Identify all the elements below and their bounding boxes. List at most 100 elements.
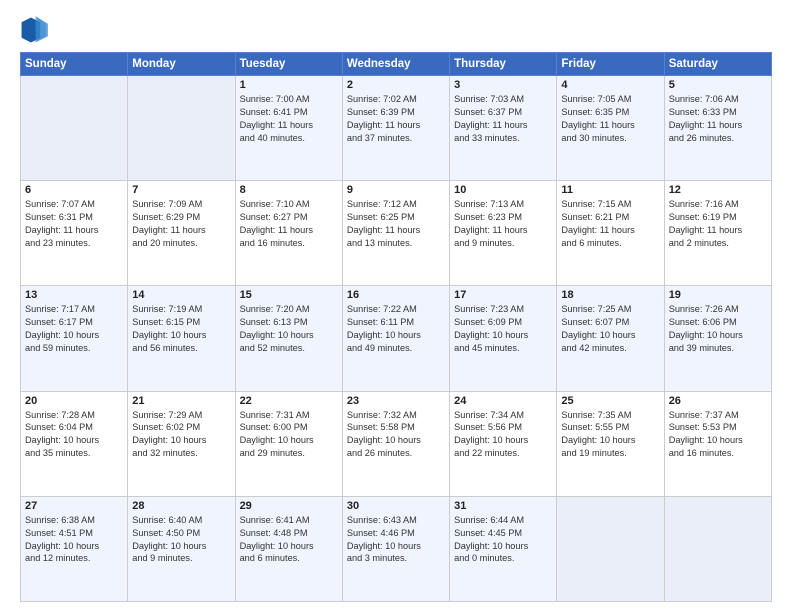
cell-info-line: Daylight: 10 hours [561, 434, 659, 447]
cell-info-line: Sunset: 5:55 PM [561, 421, 659, 434]
cell-info-line: Daylight: 11 hours [669, 224, 767, 237]
cell-info-line: and 26 minutes. [347, 447, 445, 460]
calendar-header-sunday: Sunday [21, 53, 128, 76]
cell-info-line: Sunrise: 7:37 AM [669, 409, 767, 422]
calendar-cell: 17Sunrise: 7:23 AMSunset: 6:09 PMDayligh… [450, 286, 557, 391]
calendar-cell: 31Sunrise: 6:44 AMSunset: 4:45 PMDayligh… [450, 496, 557, 601]
cell-info-line: Sunset: 4:51 PM [25, 527, 123, 540]
calendar-cell: 29Sunrise: 6:41 AMSunset: 4:48 PMDayligh… [235, 496, 342, 601]
cell-info-line: Sunrise: 7:20 AM [240, 303, 338, 316]
cell-info-line: Sunrise: 6:41 AM [240, 514, 338, 527]
cell-info-line: Daylight: 10 hours [132, 434, 230, 447]
cell-info-line: Sunset: 6:13 PM [240, 316, 338, 329]
day-number: 22 [240, 395, 338, 407]
cell-info-line: and 37 minutes. [347, 132, 445, 145]
cell-info-line: Daylight: 10 hours [132, 329, 230, 342]
cell-info-line: Daylight: 10 hours [347, 329, 445, 342]
calendar-cell: 27Sunrise: 6:38 AMSunset: 4:51 PMDayligh… [21, 496, 128, 601]
calendar-cell: 19Sunrise: 7:26 AMSunset: 6:06 PMDayligh… [664, 286, 771, 391]
cell-info-line: Daylight: 10 hours [25, 540, 123, 553]
cell-info-line: and 22 minutes. [454, 447, 552, 460]
cell-info-line: Daylight: 11 hours [347, 224, 445, 237]
cell-info-line: Sunrise: 7:26 AM [669, 303, 767, 316]
cell-info-line: Sunrise: 6:44 AM [454, 514, 552, 527]
day-number: 13 [25, 289, 123, 301]
calendar-week-row: 20Sunrise: 7:28 AMSunset: 6:04 PMDayligh… [21, 391, 772, 496]
cell-info-line: Daylight: 11 hours [454, 119, 552, 132]
cell-info-line: and 6 minutes. [240, 552, 338, 565]
cell-info-line: and 0 minutes. [454, 552, 552, 565]
day-number: 30 [347, 500, 445, 512]
cell-info-line: and 12 minutes. [25, 552, 123, 565]
cell-info-line: Sunset: 4:45 PM [454, 527, 552, 540]
day-number: 2 [347, 79, 445, 91]
day-number: 3 [454, 79, 552, 91]
cell-info-line: Daylight: 10 hours [454, 434, 552, 447]
day-number: 20 [25, 395, 123, 407]
cell-info-line: Sunset: 6:02 PM [132, 421, 230, 434]
day-number: 11 [561, 184, 659, 196]
calendar-cell: 1Sunrise: 7:00 AMSunset: 6:41 PMDaylight… [235, 76, 342, 181]
cell-info-line: Sunset: 4:46 PM [347, 527, 445, 540]
cell-info-line: Sunrise: 7:12 AM [347, 198, 445, 211]
calendar-cell [664, 496, 771, 601]
day-number: 16 [347, 289, 445, 301]
cell-info-line: Sunset: 6:17 PM [25, 316, 123, 329]
cell-info-line: Daylight: 10 hours [347, 434, 445, 447]
calendar-cell: 9Sunrise: 7:12 AMSunset: 6:25 PMDaylight… [342, 181, 449, 286]
cell-info-line: Sunset: 6:00 PM [240, 421, 338, 434]
page: SundayMondayTuesdayWednesdayThursdayFrid… [0, 0, 792, 612]
cell-info-line: and 16 minutes. [669, 447, 767, 460]
cell-info-line: Sunset: 6:31 PM [25, 211, 123, 224]
cell-info-line: Daylight: 11 hours [561, 119, 659, 132]
cell-info-line: Sunrise: 7:03 AM [454, 93, 552, 106]
cell-info-line: and 39 minutes. [669, 342, 767, 355]
calendar-week-row: 6Sunrise: 7:07 AMSunset: 6:31 PMDaylight… [21, 181, 772, 286]
day-number: 8 [240, 184, 338, 196]
cell-info-line: Daylight: 10 hours [240, 434, 338, 447]
cell-info-line: and 30 minutes. [561, 132, 659, 145]
calendar-header-row: SundayMondayTuesdayWednesdayThursdayFrid… [21, 53, 772, 76]
cell-info-line: and 23 minutes. [25, 237, 123, 250]
cell-info-line: Daylight: 11 hours [669, 119, 767, 132]
calendar-cell: 14Sunrise: 7:19 AMSunset: 6:15 PMDayligh… [128, 286, 235, 391]
calendar-header-friday: Friday [557, 53, 664, 76]
cell-info-line: Sunrise: 7:15 AM [561, 198, 659, 211]
day-number: 10 [454, 184, 552, 196]
cell-info-line: Sunrise: 7:31 AM [240, 409, 338, 422]
cell-info-line: Sunrise: 7:09 AM [132, 198, 230, 211]
header [20, 16, 772, 44]
cell-info-line: Sunrise: 7:28 AM [25, 409, 123, 422]
cell-info-line: and 13 minutes. [347, 237, 445, 250]
cell-info-line: and 42 minutes. [561, 342, 659, 355]
calendar-cell: 7Sunrise: 7:09 AMSunset: 6:29 PMDaylight… [128, 181, 235, 286]
cell-info-line: Sunset: 6:04 PM [25, 421, 123, 434]
calendar-cell: 24Sunrise: 7:34 AMSunset: 5:56 PMDayligh… [450, 391, 557, 496]
calendar-header-tuesday: Tuesday [235, 53, 342, 76]
day-number: 12 [669, 184, 767, 196]
calendar-header-saturday: Saturday [664, 53, 771, 76]
cell-info-line: Daylight: 11 hours [240, 119, 338, 132]
calendar-cell: 15Sunrise: 7:20 AMSunset: 6:13 PMDayligh… [235, 286, 342, 391]
cell-info-line: Daylight: 10 hours [25, 434, 123, 447]
calendar-cell: 16Sunrise: 7:22 AMSunset: 6:11 PMDayligh… [342, 286, 449, 391]
cell-info-line: Sunset: 4:48 PM [240, 527, 338, 540]
cell-info-line: Sunrise: 7:13 AM [454, 198, 552, 211]
day-number: 25 [561, 395, 659, 407]
calendar-cell [21, 76, 128, 181]
cell-info-line: Sunrise: 7:23 AM [454, 303, 552, 316]
calendar-cell: 26Sunrise: 7:37 AMSunset: 5:53 PMDayligh… [664, 391, 771, 496]
cell-info-line: Sunrise: 7:29 AM [132, 409, 230, 422]
calendar-cell: 28Sunrise: 6:40 AMSunset: 4:50 PMDayligh… [128, 496, 235, 601]
cell-info-line: Sunrise: 7:19 AM [132, 303, 230, 316]
calendar-cell: 4Sunrise: 7:05 AMSunset: 6:35 PMDaylight… [557, 76, 664, 181]
cell-info-line: Sunrise: 7:07 AM [25, 198, 123, 211]
cell-info-line: and 35 minutes. [25, 447, 123, 460]
cell-info-line: Sunset: 6:09 PM [454, 316, 552, 329]
cell-info-line: Sunrise: 7:22 AM [347, 303, 445, 316]
cell-info-line: and 9 minutes. [132, 552, 230, 565]
calendar-cell: 13Sunrise: 7:17 AMSunset: 6:17 PMDayligh… [21, 286, 128, 391]
cell-info-line: Daylight: 10 hours [347, 540, 445, 553]
cell-info-line: Sunrise: 6:38 AM [25, 514, 123, 527]
cell-info-line: Sunset: 6:21 PM [561, 211, 659, 224]
